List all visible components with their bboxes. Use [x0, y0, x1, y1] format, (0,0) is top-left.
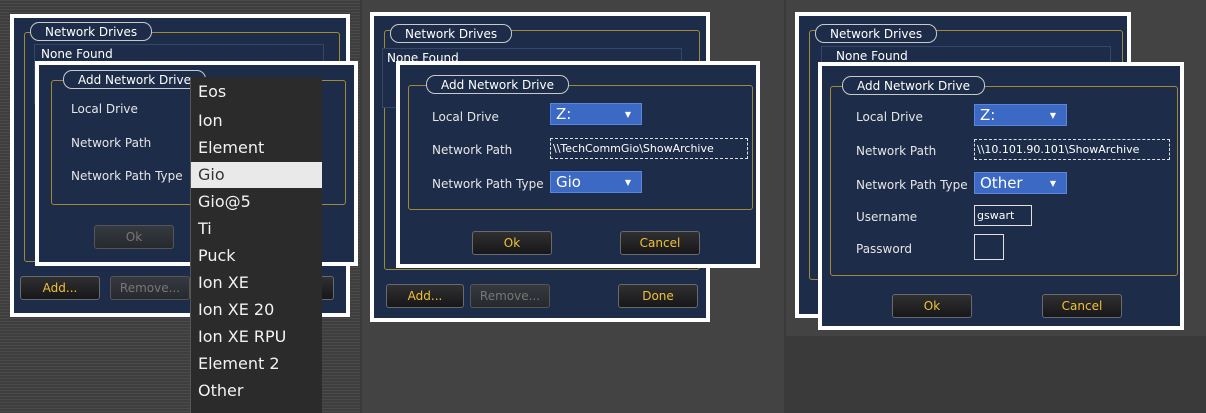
add-button[interactable]: Add... [20, 276, 100, 300]
add-network-drive-window-3: Add Network Drive Local Drive Z: ▼ Netwo… [818, 62, 1184, 330]
none-found-text: None Found [836, 49, 908, 63]
network-path-input[interactable]: \\10.101.90.101\ShowArchive [974, 139, 1170, 160]
local-drive-dropdown[interactable]: Z: ▼ [550, 103, 642, 125]
add-network-drive-tab: Add Network Drive [63, 70, 206, 89]
local-drive-value: Z: [980, 106, 996, 124]
network-path-type-value: Other [980, 174, 1023, 192]
network-drives-tab: Network Drives [30, 22, 153, 41]
add-network-drive-window-2: Add Network Drive Local Drive Z: ▼ Netwo… [396, 61, 760, 268]
network-path-label: Network Path [432, 143, 513, 157]
remove-button[interactable]: Remove... [110, 276, 190, 300]
menu-item-ion-xe[interactable]: Ion XE [191, 270, 322, 296]
network-path-type-dropdown[interactable]: Other ▼ [974, 172, 1067, 194]
password-input[interactable] [974, 234, 1004, 260]
menu-item-ion-xe-rpu[interactable]: Ion XE RPU [191, 324, 322, 350]
password-label: Password [856, 242, 913, 256]
remove-button[interactable]: Remove... [470, 284, 550, 308]
username-input[interactable]: gswart [974, 205, 1032, 226]
add-network-drive-tab: Add Network Drive [426, 75, 569, 94]
network-path-label: Network Path [856, 144, 937, 158]
username-label: Username [856, 210, 918, 224]
network-path-type-label: Network Path Type [432, 177, 544, 191]
network-path-label: Network Path [71, 136, 152, 150]
ok-button[interactable]: Ok [892, 294, 972, 318]
network-drives-tab: Network Drives [390, 24, 513, 43]
network-path-type-value: Gio [556, 173, 581, 191]
menu-item-other[interactable]: Other [191, 378, 322, 404]
network-drives-tab: Network Drives [815, 24, 938, 43]
cancel-button[interactable]: Cancel [620, 231, 700, 255]
none-found-text: None Found [41, 47, 113, 61]
menu-item-ion-xe-20[interactable]: Ion XE 20 [191, 297, 322, 323]
ok-button[interactable]: Ok [94, 225, 174, 249]
menu-item-gio5[interactable]: Gio@5 [191, 189, 322, 215]
local-drive-label: Local Drive [432, 110, 499, 124]
network-path-type-menu: Eos Ion Element Gio Gio@5 Ti Puck Ion XE… [190, 77, 322, 413]
caret-down-icon: ▼ [624, 110, 631, 119]
cancel-button[interactable]: Cancel [1042, 294, 1122, 318]
add-network-drive-tab: Add Network Drive [842, 76, 985, 95]
menu-item-element-2[interactable]: Element 2 [191, 351, 322, 377]
menu-item-ti[interactable]: Ti [191, 216, 322, 242]
local-drive-label: Local Drive [71, 102, 138, 116]
network-path-input[interactable]: \\TechCommGio\ShowArchive [550, 138, 748, 159]
menu-item-gio[interactable]: Gio [191, 162, 322, 188]
local-drive-label: Local Drive [856, 110, 923, 124]
caret-down-icon: ▼ [624, 178, 631, 187]
menu-item-eos[interactable]: Eos [191, 79, 322, 105]
done-button[interactable]: Done [618, 284, 698, 308]
ok-button[interactable]: Ok [472, 231, 552, 255]
menu-item-element[interactable]: Element [191, 135, 322, 161]
menu-item-ion[interactable]: Ion [191, 108, 322, 134]
caret-down-icon: ▼ [1049, 179, 1056, 188]
network-path-type-label: Network Path Type [856, 178, 968, 192]
local-drive-dropdown[interactable]: Z: ▼ [974, 104, 1067, 126]
local-drive-value: Z: [556, 105, 572, 123]
add-button[interactable]: Add... [386, 284, 464, 308]
network-path-type-dropdown[interactable]: Gio ▼ [550, 171, 642, 193]
caret-down-icon: ▼ [1049, 111, 1056, 120]
menu-item-puck[interactable]: Puck [191, 243, 322, 269]
network-path-type-label: Network Path Type [71, 169, 183, 183]
